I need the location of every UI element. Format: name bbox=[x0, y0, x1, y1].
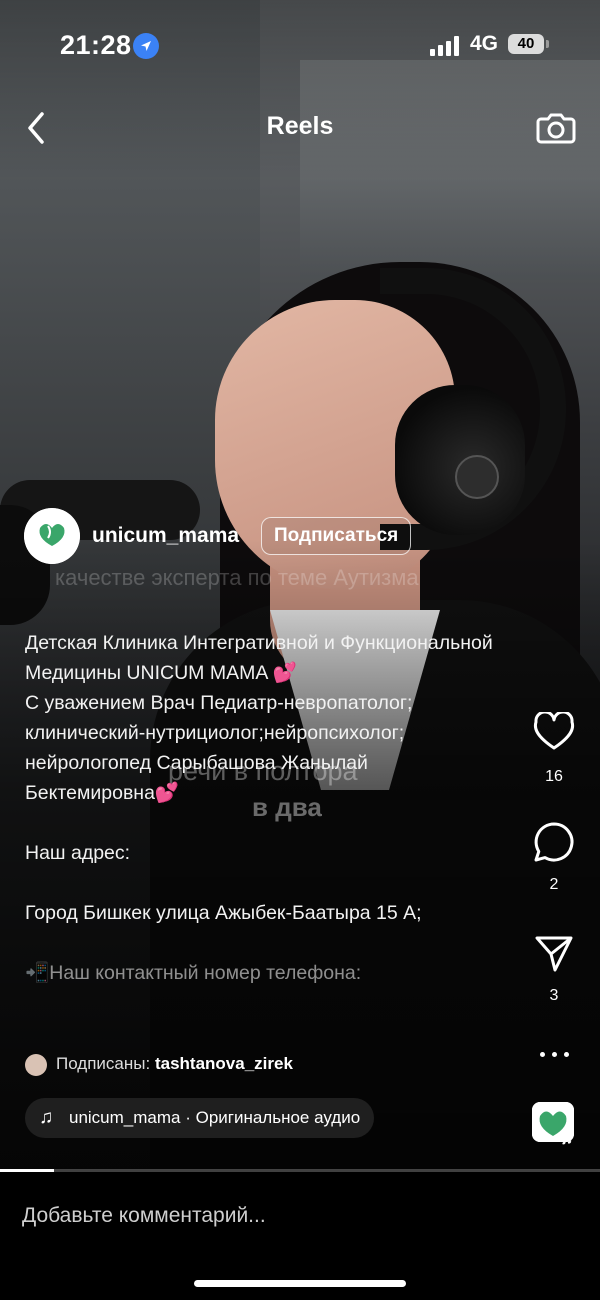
audio-label: unicum_mama · Оригинальное аудио bbox=[69, 1108, 361, 1127]
cellular-signal-icon bbox=[430, 34, 462, 56]
battery-tip bbox=[546, 40, 549, 48]
follower-avatar bbox=[25, 1054, 47, 1076]
followed-by-username: tashtanova_zirek bbox=[154, 1054, 293, 1073]
page-title: Reels bbox=[266, 112, 334, 140]
caption-line: С уважением Врач Педиатр-невропатолог; к… bbox=[25, 692, 413, 804]
comment-button[interactable] bbox=[528, 820, 580, 869]
caption-gap bbox=[25, 868, 495, 898]
author-row: unicum_mama Подписаться bbox=[24, 508, 444, 564]
home-indicator bbox=[194, 1280, 406, 1287]
network-type: 4G bbox=[470, 32, 499, 55]
music-note-icon: ♫ bbox=[560, 1128, 574, 1148]
status-bar: 21:28 4G 40 bbox=[0, 24, 600, 68]
music-note-icon: ♫ bbox=[39, 1107, 54, 1128]
audio-pill[interactable]: ♫ unicum_mama · Оригинальное аудио bbox=[25, 1098, 375, 1138]
follow-button[interactable]: Подписаться bbox=[261, 517, 412, 555]
reel-video[interactable]: качестве эксперта по теме Аутизма речи в… bbox=[0, 0, 600, 1170]
battery-icon: 40 bbox=[508, 34, 544, 54]
send-icon bbox=[535, 936, 573, 972]
followed-by-text: Подписаны: tashtanova_zirek bbox=[56, 1054, 293, 1074]
like-button[interactable] bbox=[528, 710, 580, 757]
caption-line: Наш адрес: bbox=[25, 842, 131, 864]
headphone-logo bbox=[455, 455, 499, 499]
caption-gap bbox=[25, 808, 495, 838]
comment-bubble-icon bbox=[534, 822, 574, 862]
comment-input[interactable]: Добавьте комментарий... bbox=[22, 1204, 266, 1228]
video-subtitle-top: качестве эксперта по теме Аутизма bbox=[55, 565, 419, 590]
camera-icon[interactable] bbox=[535, 106, 577, 148]
likes-count: 16 bbox=[545, 768, 563, 785]
followed-by-prefix: Подписаны: bbox=[56, 1054, 151, 1073]
reels-header: Reels bbox=[0, 100, 600, 156]
status-time: 21:28 bbox=[60, 30, 132, 60]
caption-gap bbox=[25, 928, 495, 958]
caption-line: Город Бишкек улица Ажыбек-Баатыра 15 А; bbox=[25, 902, 422, 924]
avatar[interactable] bbox=[24, 508, 80, 564]
shares-count: 3 bbox=[549, 987, 559, 1004]
more-dots-icon[interactable] bbox=[540, 1044, 570, 1064]
comments-count: 2 bbox=[549, 876, 559, 893]
caption-line: Детская Клиника Интегративной и Функцион… bbox=[25, 632, 493, 684]
location-arrow-icon bbox=[133, 33, 159, 59]
reel-caption[interactable]: Детская Клиника Интегративной и Функцион… bbox=[25, 628, 495, 988]
heart-icon bbox=[533, 710, 575, 750]
share-button[interactable] bbox=[528, 934, 580, 979]
caption-line: 📲Наш контактный номер телефона: bbox=[25, 962, 362, 984]
author-username[interactable]: unicum_mama bbox=[92, 524, 239, 548]
